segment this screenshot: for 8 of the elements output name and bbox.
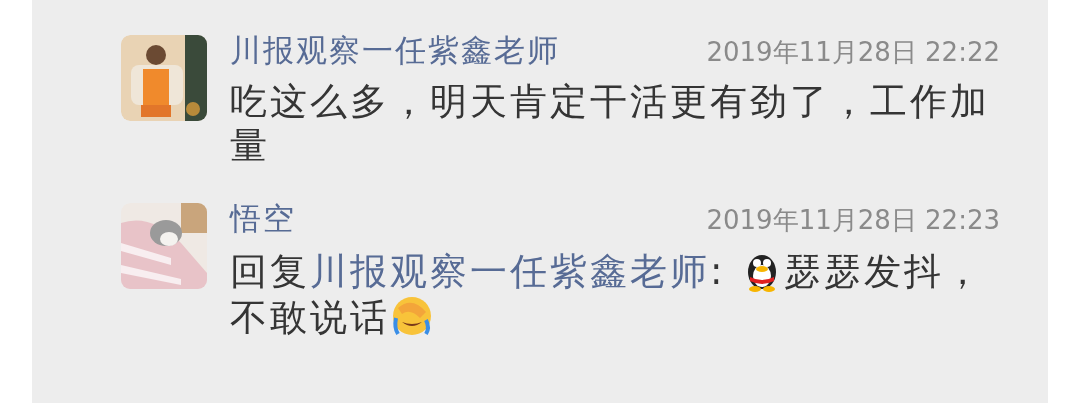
comment-time: 2019年11月28日 22:23: [706, 204, 1000, 237]
author-name[interactable]: 悟空: [230, 198, 296, 240]
author-link[interactable]: 川报观察一任紫鑫老师: [310, 250, 710, 293]
comment-text: 回复川报观察一任紫鑫老师: 瑟瑟发抖，不敢说话: [230, 248, 986, 340]
comment-text: 吃这么多，明天肯定干活更有劲了，工作加量: [230, 80, 991, 168]
author-name[interactable]: 川报观察一任紫鑫老师: [230, 30, 560, 72]
facepalm-emoji-icon: [390, 294, 434, 338]
comment-time: 2019年11月28日 22:22: [706, 36, 1000, 69]
